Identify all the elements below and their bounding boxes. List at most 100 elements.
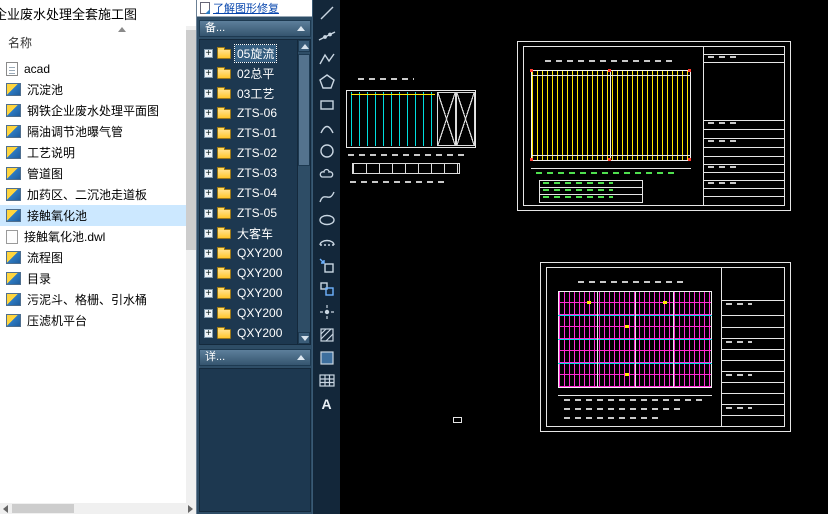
file-item[interactable]: 隔油调节池曝气管 — [0, 121, 186, 142]
sort-ascending-icon[interactable] — [118, 27, 126, 32]
scrollbar-thumb[interactable] — [186, 30, 196, 250]
tree-item[interactable]: + QXY200 — [200, 263, 299, 283]
dimension-text-row — [564, 417, 660, 419]
tool-rectangle[interactable] — [315, 94, 339, 116]
cad-canvas[interactable] — [340, 0, 828, 514]
arc-icon — [319, 125, 334, 134]
scrollbar-thumb[interactable] — [12, 504, 74, 513]
expand-icon[interactable]: + — [204, 308, 213, 318]
file-item[interactable]: 压滤机平台 — [0, 310, 186, 331]
expand-icon[interactable]: + — [204, 188, 213, 198]
details-header-label: 详... — [205, 351, 226, 363]
dwg-file-icon — [6, 125, 21, 138]
vertical-scrollbar[interactable] — [186, 26, 196, 504]
tree-item[interactable]: + ZTS-03 — [200, 163, 299, 183]
tree-item[interactable]: + QXY200 — [200, 283, 299, 303]
column-header-name[interactable]: 名称 — [8, 34, 32, 51]
file-item[interactable]: 流程图 — [0, 247, 186, 268]
expand-icon[interactable]: + — [204, 268, 213, 278]
tool-make-block[interactable] — [315, 278, 339, 300]
file-item[interactable]: acad — [0, 58, 186, 79]
tool-circle[interactable] — [315, 140, 339, 162]
details-header[interactable]: 详... — [199, 349, 311, 366]
tool-spline[interactable] — [315, 186, 339, 208]
tool-hatch[interactable] — [315, 324, 339, 346]
expand-icon[interactable]: + — [204, 208, 213, 218]
folder-icon — [217, 127, 231, 139]
horizontal-scrollbar[interactable] — [0, 503, 196, 514]
tree-item[interactable]: + ZTS-04 — [200, 183, 299, 203]
tool-line[interactable] — [315, 2, 339, 24]
file-item[interactable]: 沉淀池 — [0, 79, 186, 100]
tool-construction-line[interactable] — [315, 25, 339, 47]
tool-insert-block[interactable] — [315, 255, 339, 277]
expand-icon[interactable]: + — [204, 248, 213, 258]
file-name: 接触氧化池.dwl — [24, 230, 106, 244]
tree-item[interactable]: + ZTS-02 — [200, 143, 299, 163]
expand-icon[interactable]: + — [204, 288, 213, 298]
tool-gradient[interactable] — [315, 347, 339, 369]
file-item-selected[interactable]: 接触氧化池 — [0, 205, 186, 226]
tool-polygon[interactable] — [315, 71, 339, 93]
tree-item[interactable]: + 02总平 — [200, 63, 299, 83]
title-block-line — [721, 371, 784, 372]
file-item[interactable]: 目录 — [0, 268, 186, 289]
tree-item[interactable]: + ZTS-01 — [200, 123, 299, 143]
expand-icon[interactable]: + — [204, 68, 213, 78]
expand-icon[interactable]: + — [204, 128, 213, 138]
file-item[interactable]: 工艺说明 — [0, 142, 186, 163]
tree-item[interactable]: + QXY200 — [200, 323, 299, 343]
scroll-up-button[interactable] — [298, 40, 310, 52]
polygon-icon — [318, 74, 335, 89]
tree-item[interactable]: + 大客车 — [200, 223, 299, 243]
tree-item[interactable]: + QXY200 — [200, 243, 299, 263]
tree-item-label: 05旋流 — [233, 43, 278, 63]
learn-repair-link[interactable]: 了解图形修复 — [213, 0, 279, 16]
tool-ellipse[interactable] — [315, 209, 339, 231]
tool-arc[interactable] — [315, 117, 339, 139]
expand-icon[interactable]: + — [204, 228, 213, 238]
tree-rows: + 05旋流 + 02总平 + 03工艺 + ZTS-06 + ZTS-01 +… — [200, 43, 299, 343]
tree-scrollbar[interactable] — [297, 40, 310, 344]
tree-item[interactable]: + QXY200 — [200, 303, 299, 323]
expand-icon[interactable]: + — [204, 168, 213, 178]
dimension-text-row — [564, 399, 702, 401]
collapse-icon[interactable] — [297, 355, 305, 360]
tank-center-line — [610, 70, 611, 161]
scroll-down-button[interactable] — [298, 332, 310, 344]
file-item[interactable]: 接触氧化池.dwl — [0, 226, 186, 247]
tree-item[interactable]: + ZTS-05 — [200, 203, 299, 223]
title-block-line — [703, 188, 785, 189]
expand-icon[interactable]: + — [204, 88, 213, 98]
title-block-text — [708, 166, 738, 168]
expand-icon[interactable]: + — [204, 328, 213, 338]
expand-icon[interactable]: + — [204, 148, 213, 158]
file-item[interactable]: 加药区、二沉池走道板 — [0, 184, 186, 205]
scroll-right-icon[interactable] — [188, 505, 193, 513]
folder-icon — [217, 267, 231, 279]
folder-icon — [217, 227, 231, 239]
tree-item-selected[interactable]: + 05旋流 — [200, 43, 299, 63]
tree-item[interactable]: + ZTS-06 — [200, 103, 299, 123]
tool-mtext[interactable]: A — [315, 393, 339, 415]
collapse-icon[interactable] — [297, 26, 305, 31]
file-item[interactable]: 管道图 — [0, 163, 186, 184]
title-block-line — [721, 360, 784, 361]
x-brace — [437, 92, 456, 146]
folder-icon — [217, 247, 231, 259]
tree-item[interactable]: + 03工艺 — [200, 83, 299, 103]
expand-icon[interactable]: + — [204, 108, 213, 118]
scrollbar-thumb[interactable] — [298, 54, 310, 166]
tool-polyline[interactable] — [315, 48, 339, 70]
tool-ellipse-arc[interactable] — [315, 232, 339, 254]
ellipse-icon — [318, 214, 335, 226]
tool-table[interactable] — [315, 370, 339, 392]
file-item[interactable]: 污泥斗、格栅、引水桶 — [0, 289, 186, 310]
scroll-left-icon[interactable] — [3, 505, 8, 513]
tool-point[interactable] — [315, 301, 339, 323]
file-item[interactable]: 钢铁企业废水处理平面图 — [0, 100, 186, 121]
tool-revision-cloud[interactable] — [315, 163, 339, 185]
title-block-line — [721, 349, 784, 350]
expand-icon[interactable]: + — [204, 48, 213, 58]
backup-files-header[interactable]: 备... — [199, 20, 311, 37]
